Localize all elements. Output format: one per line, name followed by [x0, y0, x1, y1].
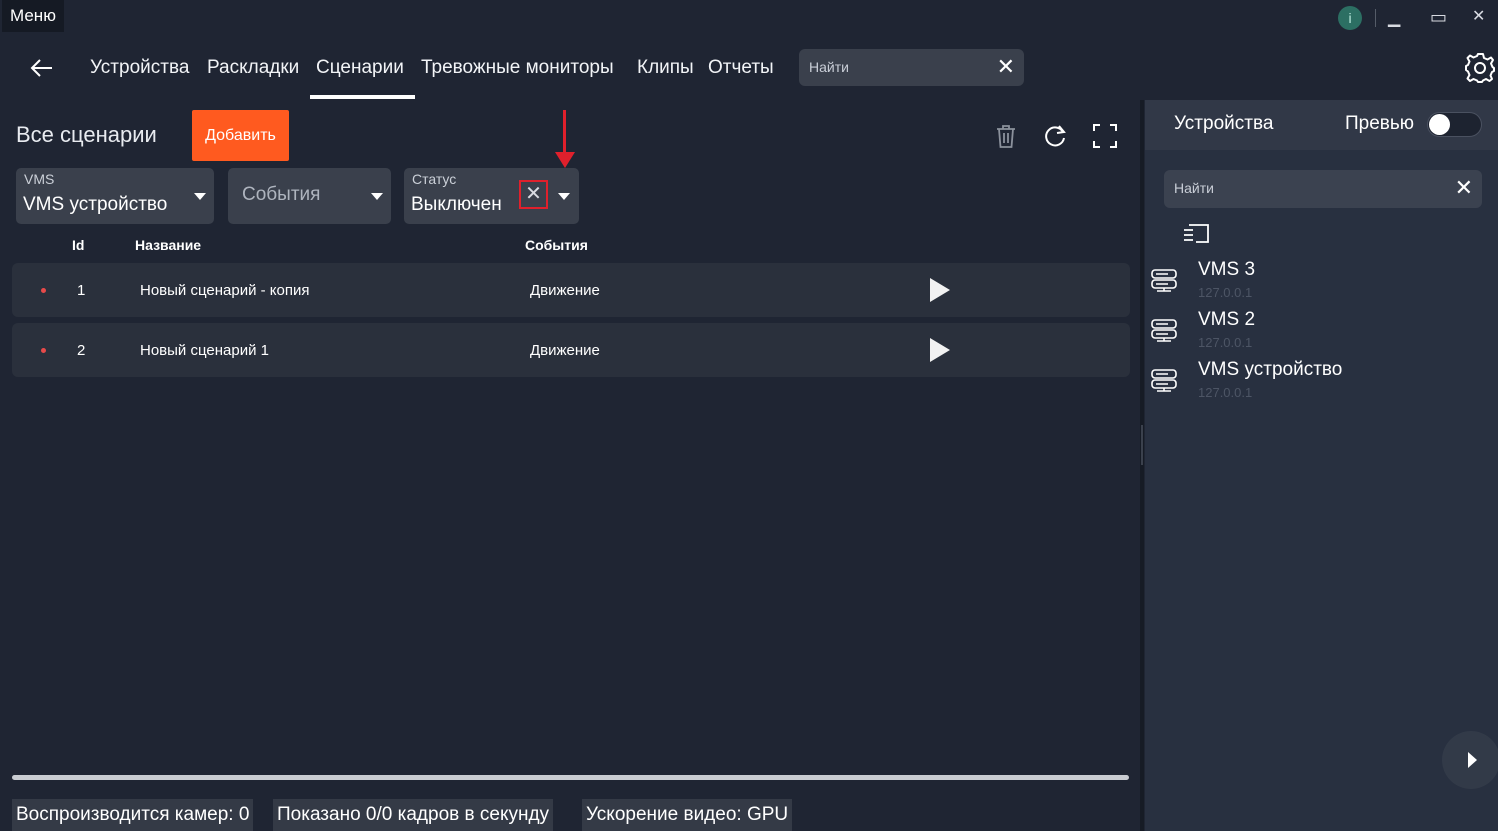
- column-header-events[interactable]: События: [525, 237, 588, 253]
- column-header-id[interactable]: Id: [72, 237, 84, 253]
- device-name[interactable]: VMS 3: [1198, 259, 1255, 281]
- chevron-down-icon: [371, 193, 383, 200]
- row-name: Новый сценарий 1: [140, 342, 269, 359]
- vms-filter-label: VMS: [24, 171, 55, 187]
- close-window-button[interactable]: ✕: [1472, 0, 1485, 34]
- row-events: Движение: [530, 342, 600, 359]
- tab-scenarios[interactable]: Сценарии: [316, 56, 404, 80]
- add-button[interactable]: Добавить: [192, 110, 289, 161]
- vms-filter-dropdown[interactable]: VMS VMS устройство: [16, 168, 214, 224]
- status-dot: [41, 288, 46, 293]
- page-title: Все сценарии: [16, 122, 157, 147]
- panel-splitter[interactable]: [1140, 100, 1144, 831]
- play-icon[interactable]: [930, 338, 950, 362]
- chevron-down-icon: [194, 193, 206, 200]
- row-name: Новый сценарий - копия: [140, 282, 310, 299]
- table-row[interactable]: 2 Новый сценарий 1 Движение: [12, 323, 1130, 377]
- search-placeholder: Найти: [809, 59, 849, 75]
- server-icon: [1151, 319, 1177, 342]
- toggle-knob: [1429, 114, 1450, 135]
- search-clear-icon[interactable]: ✕: [997, 54, 1015, 80]
- status-filter-dropdown[interactable]: Статус Выключен: [404, 168, 579, 224]
- minimize-button[interactable]: ▁: [1388, 2, 1400, 36]
- devices-panel: [1145, 100, 1498, 831]
- events-filter-dropdown[interactable]: События: [228, 168, 391, 224]
- status-acceleration: Ускорение видео: GPU: [582, 799, 793, 831]
- status-filter-value: Выключен: [411, 194, 502, 215]
- server-icon: [1151, 269, 1177, 292]
- splitter-grip[interactable]: [1141, 425, 1143, 465]
- status-fps: Показано 0/0 кадров в секунду: [273, 799, 554, 831]
- chevron-down-icon: [558, 193, 570, 200]
- tab-reports[interactable]: Отчеты: [708, 56, 774, 80]
- devices-search-field[interactable]: Найти ✕: [1164, 170, 1482, 208]
- devices-panel-title: Устройства: [1174, 113, 1274, 134]
- fullscreen-icon[interactable]: [1089, 120, 1121, 152]
- server-icon: [1151, 369, 1177, 392]
- refresh-icon[interactable]: [1039, 120, 1071, 152]
- device-ip: 127.0.0.1: [1198, 385, 1253, 400]
- device-ip: 127.0.0.1: [1198, 335, 1253, 350]
- tab-alarm-monitors[interactable]: Тревожные мониторы: [421, 56, 614, 80]
- row-id: 1: [77, 282, 86, 299]
- expand-panel-button[interactable]: [1442, 731, 1498, 789]
- device-name[interactable]: VMS 2: [1198, 309, 1255, 331]
- annotation-arrow: [563, 110, 566, 158]
- status-cameras: Воспроизводится камер: 0: [12, 799, 254, 831]
- preview-toggle[interactable]: [1427, 112, 1482, 137]
- annotation-arrow-head: [555, 152, 575, 168]
- table-row[interactable]: 1 Новый сценарий - копия Движение: [12, 263, 1130, 317]
- chevron-right-icon: [1468, 752, 1477, 768]
- play-icon[interactable]: [930, 278, 950, 302]
- trash-icon[interactable]: [990, 120, 1022, 152]
- arrow-left-icon[interactable]: [30, 57, 54, 79]
- status-dot: [41, 348, 46, 353]
- vms-filter-value: VMS устройство: [23, 194, 168, 215]
- top-search-field[interactable]: Найти ✕: [799, 49, 1024, 86]
- maximize-button[interactable]: ▭: [1430, 0, 1447, 34]
- status-filter-label: Статус: [412, 171, 457, 187]
- active-tab-indicator: [310, 95, 415, 99]
- row-events: Движение: [530, 282, 600, 299]
- events-filter-placeholder: События: [242, 184, 321, 205]
- search-placeholder: Найти: [1174, 180, 1214, 196]
- column-header-name[interactable]: Название: [135, 237, 201, 253]
- tab-layouts[interactable]: Раскладки: [207, 56, 299, 80]
- tab-clips[interactable]: Клипы: [637, 56, 694, 80]
- menu-button[interactable]: Меню: [2, 0, 64, 32]
- status-filter-clear-icon[interactable]: ✕: [519, 180, 548, 209]
- preview-label: Превью: [1345, 113, 1415, 134]
- gear-icon[interactable]: [1463, 51, 1497, 85]
- horizontal-scrollbar[interactable]: [12, 775, 1129, 780]
- folder-list-icon[interactable]: [1182, 220, 1210, 244]
- info-icon[interactable]: i: [1338, 6, 1362, 30]
- title-bar: [0, 0, 1498, 34]
- device-name[interactable]: VMS устройство: [1198, 359, 1342, 381]
- search-clear-icon[interactable]: ✕: [1455, 175, 1473, 201]
- titlebar-separator: [1375, 9, 1376, 27]
- tab-devices[interactable]: Устройства: [90, 56, 189, 80]
- device-ip: 127.0.0.1: [1198, 285, 1253, 300]
- row-id: 2: [77, 342, 86, 359]
